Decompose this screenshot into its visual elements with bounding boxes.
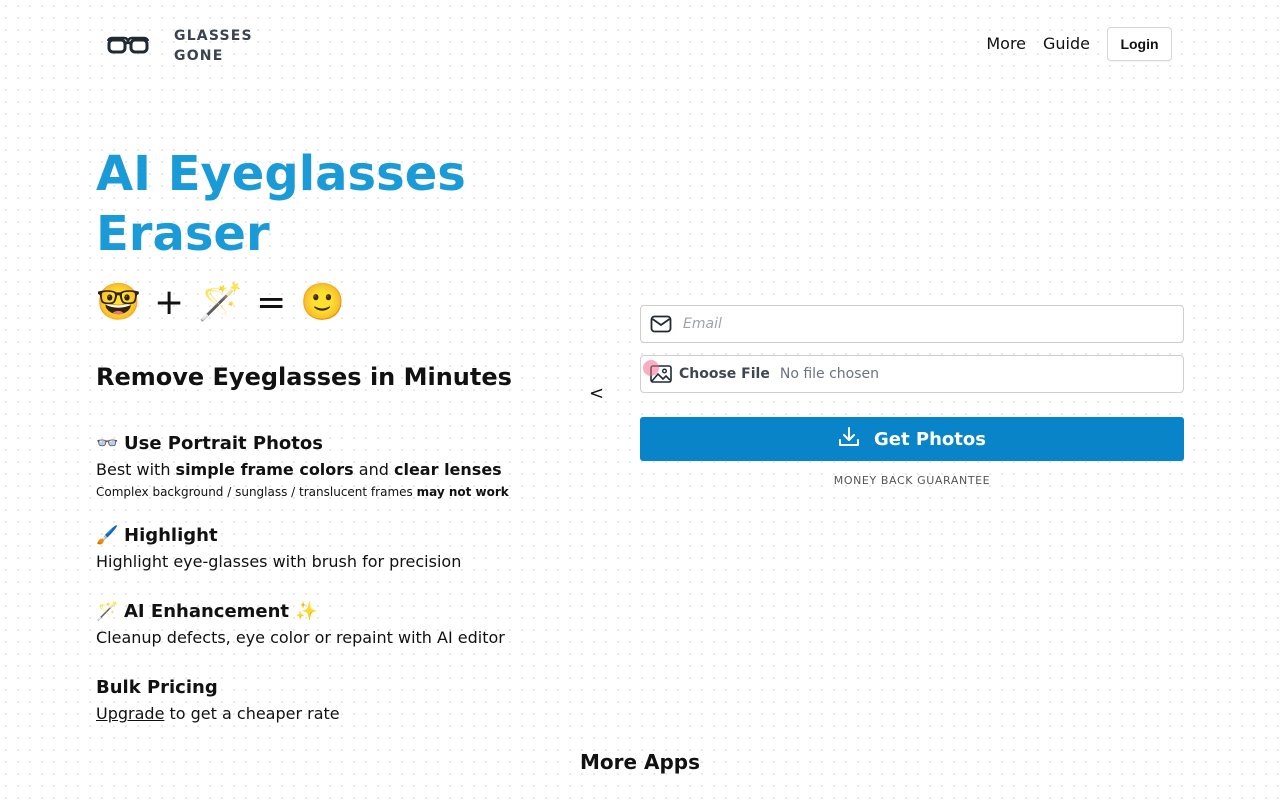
desc-text: Best with xyxy=(96,460,176,479)
login-button[interactable]: Login xyxy=(1107,27,1172,61)
smiling-face-icon: 🙂 xyxy=(300,282,346,323)
file-status: No file chosen xyxy=(779,366,880,382)
feature-heading: 🪄 AI Enhancement ✨ xyxy=(96,599,505,625)
feature-heading: 🖌️ Highlight xyxy=(96,523,461,549)
email-input[interactable] xyxy=(681,315,1165,333)
feature-highlight: 🖌️ Highlight Highlight eye-glasses with … xyxy=(96,523,461,575)
hero-equation: 🤓 + 🪄 = 🙂 xyxy=(96,278,346,328)
feature-title: Use Portrait Photos xyxy=(124,433,323,454)
feature-portrait-photos: 👓 Use Portrait Photos Best with simple f… xyxy=(96,431,509,501)
desc-bold: clear lenses xyxy=(393,460,502,479)
nav-guide-link[interactable]: Guide xyxy=(1043,26,1090,62)
brand-line-2: GONE xyxy=(174,48,224,64)
paintbrush-icon: 🖌️ xyxy=(96,525,119,546)
equals-sign: = xyxy=(256,282,287,323)
glasses-icon: 👓 xyxy=(96,433,119,454)
page-title: AI Eyeglasses Eraser xyxy=(96,146,466,262)
note-bold: may not work xyxy=(416,485,509,499)
desc-bold: simple frame colors xyxy=(175,460,354,479)
brand-name: GLASSES GONE xyxy=(174,26,253,66)
nav-more-link[interactable]: More xyxy=(986,26,1026,62)
get-photos-button[interactable]: Get Photos xyxy=(640,417,1184,461)
magic-wand-icon: 🪄 xyxy=(96,601,119,622)
desc-text: and xyxy=(353,460,394,479)
feature-heading: 👓 Use Portrait Photos xyxy=(96,431,509,457)
feature-title: Bulk Pricing xyxy=(96,677,218,698)
feature-description: Upgrade to get a cheaper rate xyxy=(96,701,340,727)
cursor-indicator xyxy=(643,360,659,376)
get-photos-label: Get Photos xyxy=(874,428,986,450)
desc-text: to get a cheaper rate xyxy=(164,704,340,723)
hero-subtitle: Remove Eyeglasses in Minutes xyxy=(96,363,512,391)
feature-description: Cleanup defects, eye color or repaint wi… xyxy=(96,628,505,647)
nerd-face-icon: 🤓 xyxy=(96,282,141,323)
sparkles-icon: ✨ xyxy=(295,601,318,622)
brand-line-1: GLASSES xyxy=(174,28,253,44)
envelope-icon xyxy=(641,315,681,333)
money-back-guarantee: MONEY BACK GUARANTEE xyxy=(833,474,991,487)
feature-title: AI Enhancement xyxy=(124,601,290,622)
feature-description: Highlight eye-glasses with brush for pre… xyxy=(96,552,462,571)
email-field xyxy=(640,305,1184,343)
magic-wand-icon: 🪄 xyxy=(198,282,243,323)
chevron-left-icon: < xyxy=(589,383,605,404)
upgrade-link[interactable]: Upgrade xyxy=(96,704,164,723)
feature-description: Best with simple frame colors and clear … xyxy=(96,457,509,483)
more-apps-heading: More Apps xyxy=(579,750,701,774)
feature-ai-enhancement: 🪄 AI Enhancement ✨ Cleanup defects, eye … xyxy=(96,599,505,651)
note-text: Complex background / sunglass / transluc… xyxy=(96,485,417,499)
brand-logo-link[interactable]: GLASSES GONE xyxy=(106,26,253,66)
plus-sign: + xyxy=(154,282,185,323)
file-upload-field[interactable]: Choose File No file chosen xyxy=(640,355,1184,393)
feature-title: Highlight xyxy=(124,525,218,546)
top-nav: More Guide Login xyxy=(986,26,1172,62)
eyeglasses-icon xyxy=(106,28,150,64)
download-icon xyxy=(838,426,860,453)
header: GLASSES GONE More Guide Login xyxy=(0,0,1280,88)
feature-bulk-pricing: Bulk Pricing Upgrade to get a cheaper ra… xyxy=(96,675,340,727)
choose-file-button[interactable]: Choose File xyxy=(679,366,770,382)
feature-note: Complex background / sunglass / transluc… xyxy=(96,483,509,501)
feature-heading: Bulk Pricing xyxy=(96,675,340,701)
